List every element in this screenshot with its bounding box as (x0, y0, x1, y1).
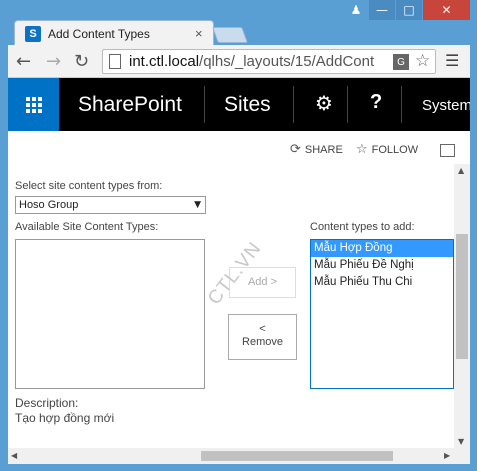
add-content-types-form: Select site content types from: Hoso Gro… (8, 164, 454, 448)
tab-close-button[interactable]: × (195, 26, 203, 41)
user-icon[interactable]: ♟ (344, 0, 368, 20)
browser-menu-icon[interactable]: ☰ (445, 51, 459, 70)
scroll-up-icon[interactable]: ▲ (458, 166, 464, 175)
minimize-button[interactable]: — (369, 0, 395, 20)
horizontal-scrollbar[interactable]: ◀ ▶ (8, 448, 470, 464)
scroll-down-icon[interactable]: ▼ (458, 437, 464, 446)
list-item[interactable]: Mẫu Phiếu Thu Chi (311, 274, 453, 291)
user-menu[interactable]: System (422, 97, 470, 114)
remove-label: Remove (242, 336, 283, 348)
browser-toolbar: ← → ↻ int.ctl.local/qlhs/_layouts/15/Add… (8, 45, 470, 78)
app-launcher-button[interactable] (8, 78, 59, 131)
gear-icon[interactable]: ⚙ (315, 91, 333, 115)
page-viewport: SharePoint Sites ⚙ ? System ⟳ SHARE ☆ FO… (8, 78, 470, 464)
suite-bar: SharePoint Sites ⚙ ? System (8, 78, 470, 131)
types-to-add-listbox[interactable]: Mẫu Hợp Đồng Mẫu Phiếu Đề Nghị Mẫu Phiếu… (310, 239, 454, 389)
sharepoint-brand[interactable]: SharePoint (78, 93, 182, 117)
divider (401, 86, 402, 123)
divider (204, 86, 205, 123)
remove-arrow: < (259, 323, 266, 335)
scroll-right-icon[interactable]: ▶ (444, 451, 450, 460)
available-types-listbox[interactable] (15, 239, 205, 389)
share-icon: ⟳ (290, 142, 301, 157)
page-actions: ⟳ SHARE ☆ FOLLOW (8, 140, 470, 164)
horizontal-scroll-thumb[interactable] (201, 451, 393, 461)
tab-title: Add Content Types (48, 27, 150, 41)
divider (347, 86, 348, 123)
follow-label: FOLLOW (371, 143, 419, 156)
content-type-group-select[interactable]: Hoso Group ▼ (15, 196, 206, 214)
page-icon (109, 54, 121, 69)
forward-arrow-icon[interactable]: → (46, 51, 61, 72)
close-window-button[interactable]: ✕ (423, 0, 470, 20)
divider (293, 86, 294, 123)
address-bar[interactable]: int.ctl.local/qlhs/_layouts/15/AddCont G… (102, 49, 436, 74)
back-arrow-icon[interactable]: ← (16, 51, 31, 72)
bookmark-star-icon[interactable]: ☆ (415, 51, 430, 71)
vertical-scroll-thumb[interactable] (456, 234, 468, 359)
browser-tab[interactable]: S Add Content Types × (14, 20, 214, 46)
list-item[interactable]: Mẫu Phiếu Đề Nghị (311, 257, 453, 274)
follow-button[interactable]: ☆ FOLLOW (356, 142, 418, 157)
star-outline-icon: ☆ (356, 142, 368, 157)
to-add-label: Content types to add: (310, 221, 415, 233)
select-value: Hoso Group (19, 199, 79, 211)
reload-icon[interactable]: ↻ (74, 51, 89, 72)
url-text[interactable]: int.ctl.local/qlhs/_layouts/15/AddCont (129, 53, 391, 70)
sharepoint-favicon-icon: S (25, 26, 41, 42)
focus-on-content-icon[interactable] (440, 144, 455, 157)
remove-button[interactable]: < Remove (228, 314, 297, 360)
window-titlebar: ♟ — □ ✕ (0, 0, 477, 22)
description-label: Description: (15, 396, 79, 410)
new-tab-button[interactable] (212, 27, 248, 43)
maximize-button[interactable]: □ (396, 0, 422, 20)
description-text: Tạo hợp đồng mới (15, 411, 115, 425)
dropdown-arrow-icon: ▼ (194, 200, 201, 210)
translate-icon[interactable]: G (393, 54, 409, 70)
vertical-scrollbar[interactable]: ▲ ▼ (454, 164, 470, 448)
share-label: SHARE (304, 143, 343, 156)
help-icon[interactable]: ? (370, 91, 382, 114)
share-button[interactable]: ⟳ SHARE (290, 142, 343, 157)
available-types-label: Available Site Content Types: (15, 221, 159, 233)
scroll-left-icon[interactable]: ◀ (11, 451, 17, 460)
list-item[interactable]: Mẫu Hợp Đồng (311, 240, 453, 257)
sites-link[interactable]: Sites (224, 93, 271, 117)
select-from-label: Select site content types from: (15, 180, 163, 192)
waffle-icon (25, 96, 42, 113)
